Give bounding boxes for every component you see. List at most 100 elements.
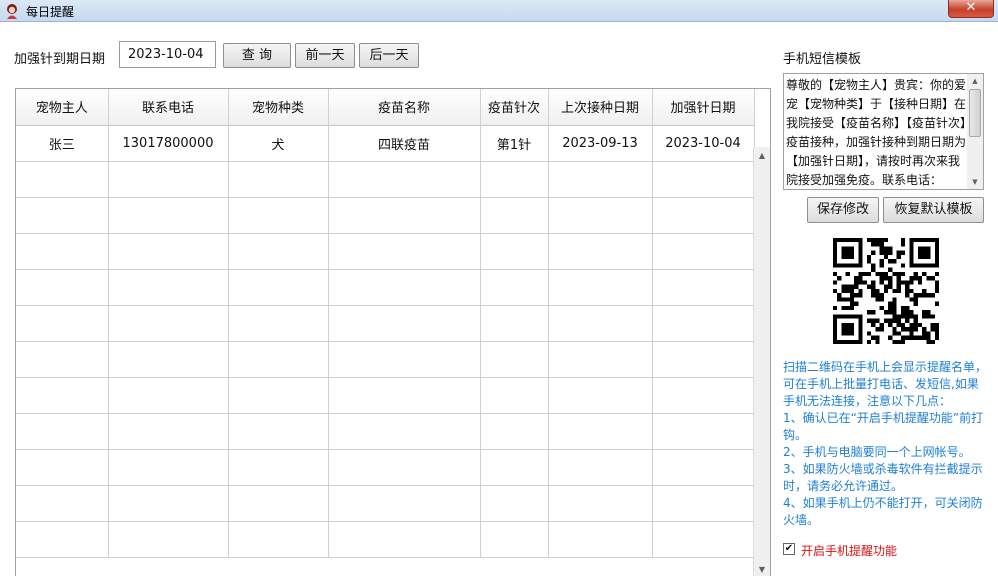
table-cell[interactable]	[548, 197, 653, 234]
column-header[interactable]: 宠物种类	[228, 89, 329, 126]
table-cell[interactable]	[16, 161, 109, 198]
table-row-empty[interactable]	[16, 413, 755, 450]
table-cell[interactable]	[548, 413, 653, 450]
table-cell[interactable]	[228, 521, 329, 558]
table-cell[interactable]	[652, 413, 755, 450]
table-cell[interactable]	[652, 233, 755, 270]
table-cell[interactable]	[480, 305, 549, 342]
table-cell[interactable]	[108, 449, 229, 486]
column-header[interactable]: 疫苗名称	[328, 89, 481, 126]
sms-template-textarea[interactable]: 尊敬的【宠物主人】贵宾：你的爱宠【宠物种类】于【接种日期】在我院接受【疫苗名称】…	[783, 73, 984, 190]
table-cell[interactable]	[328, 449, 481, 486]
sms-scroll-up-icon[interactable]: ▲	[967, 74, 983, 88]
prev-day-button[interactable]: 前一天	[295, 43, 355, 68]
table-cell[interactable]: 13017800000	[108, 125, 229, 162]
table-cell[interactable]	[108, 197, 229, 234]
table-cell[interactable]	[228, 161, 329, 198]
table-cell[interactable]	[228, 233, 329, 270]
table-cell[interactable]	[16, 305, 109, 342]
table-cell[interactable]	[328, 233, 481, 270]
table-cell[interactable]	[228, 197, 329, 234]
column-header[interactable]: 上次接种日期	[548, 89, 653, 126]
table-cell[interactable]	[652, 269, 755, 306]
restore-template-button[interactable]: 恢复默认模板	[883, 197, 984, 223]
table-cell[interactable]	[108, 485, 229, 522]
table-cell[interactable]	[328, 161, 481, 198]
table-cell[interactable]	[108, 521, 229, 558]
column-header[interactable]: 疫苗针次	[480, 89, 549, 126]
table-cell[interactable]	[328, 341, 481, 378]
table-cell[interactable]	[228, 449, 329, 486]
table-cell[interactable]	[228, 377, 329, 414]
table-cell[interactable]	[16, 485, 109, 522]
table-cell[interactable]	[108, 161, 229, 198]
table-cell[interactable]	[16, 449, 109, 486]
table-cell[interactable]: 张三	[16, 125, 109, 162]
table-row-empty[interactable]	[16, 377, 755, 414]
table-cell[interactable]	[16, 521, 109, 558]
table-cell[interactable]	[652, 161, 755, 198]
sms-template-text[interactable]: 尊敬的【宠物主人】贵宾：你的爱宠【宠物种类】于【接种日期】在我院接受【疫苗名称】…	[786, 76, 969, 189]
mobile-reminder-label[interactable]: 开启手机提醒功能	[801, 542, 897, 559]
sms-scroll-down-icon[interactable]: ▼	[967, 175, 983, 189]
table-cell[interactable]: 2023-10-04	[652, 125, 755, 162]
column-header[interactable]: 宠物主人	[16, 89, 109, 126]
reminder-grid[interactable]: 宠物主人 联系电话 宠物种类 疫苗名称 疫苗针次 上次接种日期 加强针日期 张三 130178…	[15, 88, 771, 576]
table-cell[interactable]	[480, 341, 549, 378]
table-cell[interactable]	[328, 197, 481, 234]
table-cell[interactable]	[480, 413, 549, 450]
table-cell[interactable]	[652, 305, 755, 342]
table-cell[interactable]	[548, 269, 653, 306]
table-cell[interactable]	[228, 269, 329, 306]
table-row-empty[interactable]	[16, 269, 755, 306]
table-cell[interactable]	[328, 485, 481, 522]
column-header[interactable]: 联系电话	[108, 89, 229, 126]
table-cell[interactable]	[548, 161, 653, 198]
table-cell[interactable]	[228, 485, 329, 522]
table-row-empty[interactable]	[16, 197, 755, 234]
table-cell[interactable]	[328, 521, 481, 558]
table-cell[interactable]	[108, 269, 229, 306]
table-cell[interactable]: 犬	[228, 125, 329, 162]
table-cell[interactable]	[16, 197, 109, 234]
table-cell[interactable]	[16, 233, 109, 270]
table-cell[interactable]	[108, 377, 229, 414]
sms-scrollbar[interactable]: ▲ ▼	[967, 74, 983, 189]
table-cell[interactable]	[480, 197, 549, 234]
table-cell[interactable]	[228, 341, 329, 378]
table-cell[interactable]: 第1针	[480, 125, 549, 162]
table-cell[interactable]	[16, 269, 109, 306]
table-cell[interactable]	[548, 341, 653, 378]
table-row-empty[interactable]	[16, 449, 755, 486]
table-cell[interactable]	[652, 377, 755, 414]
table-cell[interactable]	[108, 233, 229, 270]
table-cell[interactable]	[16, 341, 109, 378]
table-cell[interactable]	[548, 449, 653, 486]
table-cell[interactable]	[652, 341, 755, 378]
table-cell[interactable]	[652, 449, 755, 486]
table-row-empty[interactable]	[16, 233, 755, 270]
table-row-empty[interactable]	[16, 161, 755, 198]
table-row-empty[interactable]	[16, 305, 755, 342]
scroll-up-icon[interactable]: ▲	[754, 147, 770, 164]
table-row-empty[interactable]	[16, 485, 755, 522]
table-cell[interactable]	[652, 485, 755, 522]
table-cell[interactable]	[480, 521, 549, 558]
table-cell[interactable]	[548, 377, 653, 414]
table-cell[interactable]	[108, 413, 229, 450]
table-cell[interactable]	[548, 305, 653, 342]
table-cell[interactable]	[228, 305, 329, 342]
table-cell[interactable]: 四联疫苗	[328, 125, 481, 162]
table-cell[interactable]	[328, 305, 481, 342]
table-cell[interactable]	[328, 377, 481, 414]
table-cell[interactable]	[652, 197, 755, 234]
table-row-empty[interactable]	[16, 521, 755, 558]
table-cell[interactable]	[108, 305, 229, 342]
column-header[interactable]: 加强针日期	[652, 89, 755, 126]
table-cell[interactable]	[548, 485, 653, 522]
table-row[interactable]: 张三 13017800000 犬四联疫苗 第1针 2023-09-13 2023-10-0…	[16, 125, 755, 162]
table-cell[interactable]	[652, 521, 755, 558]
table-cell[interactable]	[548, 521, 653, 558]
close-button[interactable]: ✕	[948, 0, 994, 18]
table-cell[interactable]	[480, 161, 549, 198]
